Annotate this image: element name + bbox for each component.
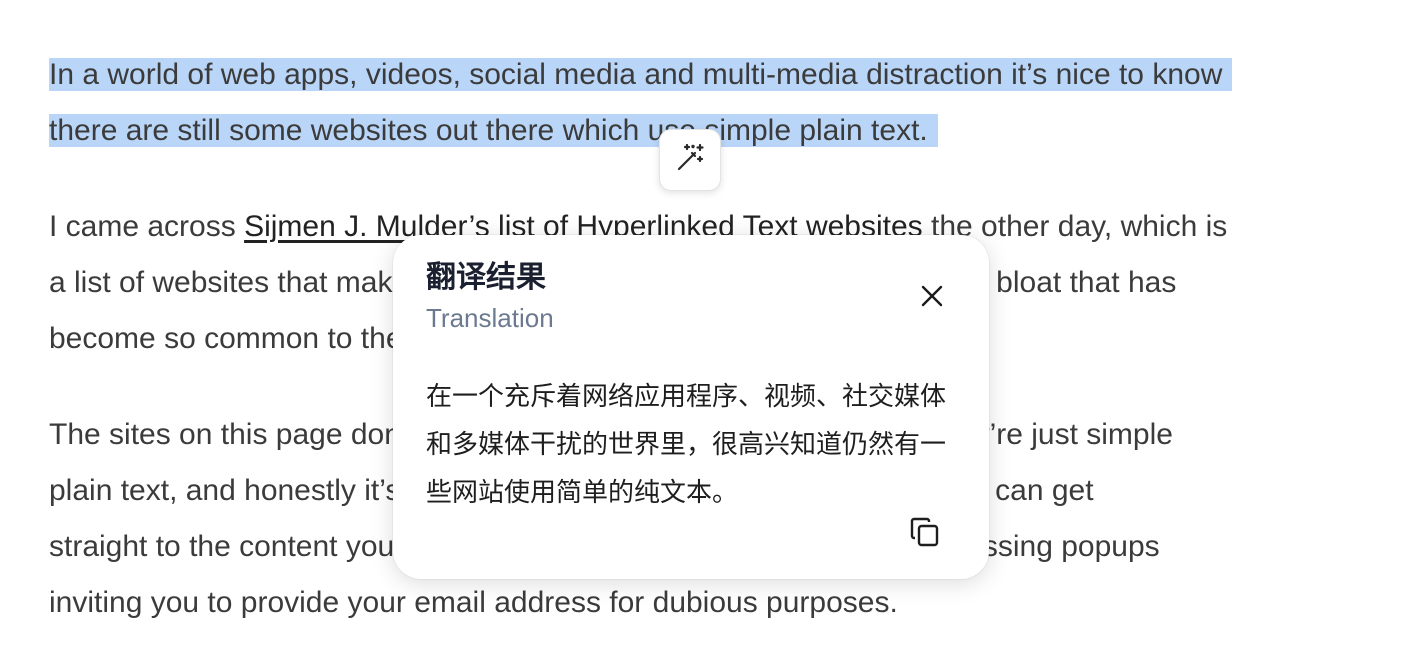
magic-wand-icon: [674, 142, 706, 179]
text-segment: I came across: [49, 210, 245, 243]
popup-title: 翻译结果: [426, 261, 546, 294]
close-icon: [920, 284, 944, 313]
translation-popup: 翻译结果 Translation 在一个充斥着网络应用程序、视频、社交媒体和多媒…: [393, 235, 989, 579]
selected-text[interactable]: there are still some websites out there …: [49, 114, 938, 147]
copy-button[interactable]: [904, 513, 946, 555]
translation-text: 在一个充斥着网络应用程序、视频、社交媒体和多媒体干扰的世界里，很高兴知道仍然有一…: [426, 382, 947, 508]
paragraph-line: inviting you to provide your email addre…: [49, 586, 898, 619]
selected-text[interactable]: In a world of web apps, videos, social m…: [49, 58, 1233, 91]
translate-wand-button[interactable]: [659, 129, 721, 191]
selected-line-1: In a world of web apps, videos, social m…: [49, 47, 1359, 103]
copy-icon: [908, 515, 942, 554]
popup-subtitle: Translation: [426, 303, 554, 333]
close-button[interactable]: [909, 275, 955, 321]
